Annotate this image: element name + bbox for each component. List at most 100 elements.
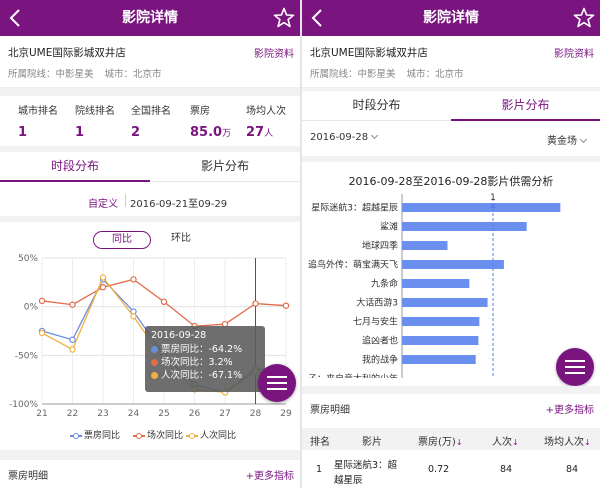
col-movie: 影片 bbox=[362, 437, 382, 448]
supply-demand-bar-chart[interactable]: 01星际迷航3：超越星辰鲨滩地球四季追鸟外传：萌宝满天飞九条命大话西游3七月与安… bbox=[302, 190, 600, 378]
stat-national-rank: 全国排名 2 bbox=[131, 102, 171, 140]
menu-fab-button[interactable] bbox=[258, 364, 296, 402]
data-point bbox=[38, 329, 46, 337]
x-tick-label: 26 bbox=[189, 409, 201, 419]
legend-item[interactable]: 场次同比 bbox=[133, 428, 183, 441]
more-metrics-link[interactable]: +更多指标 bbox=[246, 467, 294, 482]
col-label: 人次 bbox=[492, 437, 512, 448]
col-admissions[interactable]: 人次↓ bbox=[492, 433, 519, 448]
favorite-star-icon[interactable] bbox=[572, 6, 596, 30]
distribution-tabs: 时段分布 影片分布 bbox=[302, 91, 600, 121]
tooltip-text: 场次同比：3.2% bbox=[161, 357, 233, 368]
legend-item[interactable]: 人次同比 bbox=[186, 428, 236, 441]
chain-label: 所属院线：中影星美 bbox=[310, 69, 396, 80]
bar bbox=[402, 260, 504, 269]
hall-selector[interactable]: 黄金场 bbox=[547, 132, 588, 147]
stat-box-office: 票房 85.0万 bbox=[190, 102, 231, 140]
cell-movie-line2: 越星辰 bbox=[334, 475, 363, 486]
yoy-toggle[interactable]: 同比 bbox=[93, 231, 151, 249]
bar bbox=[402, 222, 527, 231]
chain-label: 所属院线：中影星美 bbox=[8, 69, 94, 80]
city-label: 城市：北京市 bbox=[406, 69, 464, 80]
category-label: 九条命 bbox=[371, 278, 398, 290]
y-tick-label: 50% bbox=[18, 254, 38, 264]
data-point bbox=[69, 301, 76, 308]
right-screen: 影院详情 北京UME国际影城双井店 影院资料 所属院线：中影星美 城市：北京市 … bbox=[302, 0, 600, 488]
legend-label: 人次同比 bbox=[200, 431, 237, 441]
tooltip-date: 2016-09-28 bbox=[151, 330, 207, 341]
bar bbox=[402, 241, 448, 250]
chevron-down-icon bbox=[371, 131, 379, 140]
tab-time-distribution[interactable]: 时段分布 bbox=[302, 91, 451, 121]
distribution-tabs: 时段分布 影片分布 bbox=[0, 152, 300, 182]
menu-icon bbox=[267, 382, 287, 384]
tab-time-distribution[interactable]: 时段分布 bbox=[0, 152, 150, 182]
stat-label: 城市排名 bbox=[18, 106, 58, 117]
stat-city-rank: 城市排名 1 bbox=[18, 102, 58, 140]
box-office-header: 票房明细 +更多指标 bbox=[302, 396, 600, 418]
data-point bbox=[130, 313, 137, 320]
more-metrics-link[interactable]: +更多指标 bbox=[546, 401, 594, 416]
mom-toggle[interactable]: 环比 bbox=[164, 231, 198, 249]
menu-fab-button[interactable] bbox=[556, 348, 594, 386]
bar bbox=[402, 355, 476, 364]
stat-number: 1 bbox=[75, 125, 85, 140]
city-label: 城市：北京市 bbox=[104, 69, 162, 80]
reference-label: 1 bbox=[490, 193, 496, 203]
cell-avg-admissions: 84 bbox=[566, 464, 579, 475]
legend-label: 场次同比 bbox=[147, 431, 184, 441]
page-title: 影院详情 bbox=[122, 10, 178, 26]
stat-label: 院线排名 bbox=[75, 106, 115, 117]
section-gap bbox=[302, 156, 600, 162]
x-tick-label: 22 bbox=[67, 409, 78, 419]
data-point bbox=[282, 302, 290, 309]
selected-hall: 黄金场 bbox=[547, 136, 577, 147]
tab-movie-distribution[interactable]: 影片分布 bbox=[451, 91, 600, 121]
cell-admissions: 84 bbox=[500, 464, 513, 475]
date-range[interactable]: 2016-09-21至09-29 bbox=[130, 195, 227, 210]
col-box-office[interactable]: 票房(万)↓ bbox=[418, 433, 463, 448]
cinema-info-link[interactable]: 影院资料 bbox=[254, 45, 294, 60]
divider bbox=[125, 194, 126, 207]
stat-value: 2 bbox=[131, 125, 171, 140]
cell-box-office: 0.72 bbox=[428, 464, 450, 475]
category-label: 追鸟外传：萌宝满天飞 bbox=[308, 259, 398, 271]
stat-label: 票房 bbox=[190, 106, 210, 117]
category-label: 地球四季 bbox=[362, 240, 398, 252]
bar bbox=[402, 298, 488, 307]
tooltip-row: 人次同比：-67.1% bbox=[151, 369, 259, 382]
menu-icon bbox=[565, 360, 585, 362]
stat-number: 85.0 bbox=[190, 125, 223, 140]
stat-number: 2 bbox=[131, 125, 141, 140]
legend-item[interactable]: 票房同比 bbox=[70, 428, 120, 441]
legend-marker bbox=[70, 432, 82, 440]
table-row[interactable]: 1 星际迷航3：超 越星辰 0.72 84 84 bbox=[302, 454, 600, 488]
stat-label: 场均人次 bbox=[246, 106, 286, 117]
cell-rank: 1 bbox=[316, 464, 323, 475]
col-rank: 排名 bbox=[310, 437, 330, 448]
tooltip-row: 票房同比：-64.2% bbox=[151, 343, 259, 356]
y-tick-label: -50% bbox=[15, 351, 39, 361]
bar bbox=[402, 336, 479, 345]
col-label: 场均人次 bbox=[544, 437, 584, 448]
menu-icon bbox=[565, 366, 585, 368]
col-avg-admissions[interactable]: 场均人次↓ bbox=[544, 433, 591, 448]
x-tick-label: 21 bbox=[36, 409, 47, 419]
legend-marker bbox=[133, 432, 145, 440]
favorite-star-icon[interactable] bbox=[272, 6, 296, 30]
date-selector[interactable]: 2016-09-28 bbox=[310, 131, 379, 143]
section-gap bbox=[0, 450, 300, 460]
left-screen: 影院详情 北京UME国际影城双井店 影院资料 所属院线：中影星美 城市：北京市 … bbox=[0, 0, 300, 488]
box-office-header: 票房明细 +更多指标 bbox=[0, 462, 300, 484]
cinema-info: 北京UME国际影城双井店 影院资料 所属院线：中影星美 城市：北京市 bbox=[0, 36, 300, 88]
series-dot bbox=[151, 372, 158, 379]
cinema-info-link[interactable]: 影院资料 bbox=[554, 45, 594, 60]
date-filter: 自定义 2016-09-21至09-29 bbox=[0, 188, 300, 214]
chart-legend: 票房同比 场次同比 人次同比 bbox=[0, 428, 300, 442]
tab-movie-distribution[interactable]: 影片分布 bbox=[150, 152, 300, 182]
custom-date-button[interactable]: 自定义 bbox=[88, 195, 118, 210]
data-point bbox=[160, 298, 168, 306]
cinema-meta: 所属院线：中影星美 城市：北京市 bbox=[8, 66, 170, 80]
header-bar: 影院详情 bbox=[302, 0, 600, 36]
x-tick-label: 24 bbox=[128, 409, 140, 419]
